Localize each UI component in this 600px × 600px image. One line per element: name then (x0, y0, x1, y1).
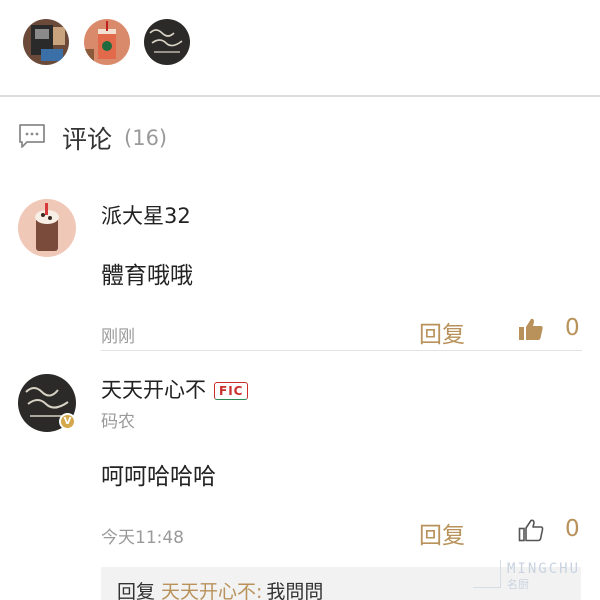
comment-username[interactable]: 派大星32 (101, 200, 191, 230)
reply-button[interactable]: 回复 (419, 315, 465, 349)
like-count: 0 (565, 516, 580, 542)
watermark-brand: MINGCHU (507, 561, 581, 577)
like-count: 0 (565, 315, 580, 341)
comment-username[interactable]: 天天开心不 FIC (101, 374, 249, 404)
avatar[interactable] (18, 199, 76, 257)
comments-title: 评论 (62, 125, 113, 154)
reply-text: 我問問 (266, 581, 324, 600)
comment-content: 呵呵哈哈哈 (101, 464, 216, 490)
avatar-chalkboard[interactable] (144, 19, 190, 65)
avatar-coffee-machine[interactable] (23, 19, 69, 65)
watermark-frame (473, 560, 501, 588)
section-divider (0, 95, 600, 97)
comment-divider (101, 350, 582, 351)
reply-target-user[interactable]: 天天开心不: (161, 581, 262, 600)
reply-button[interactable]: 回复 (419, 516, 465, 550)
comments-header: 评论 (16) (18, 118, 167, 158)
recent-avatars-row (0, 0, 600, 95)
avatar-iced-drink[interactable] (84, 19, 130, 65)
comment-content: 體育哦哦 (101, 263, 193, 289)
comment-time: 今天11:48 (101, 528, 184, 548)
verified-badge: V (59, 413, 76, 430)
level-badge: FIC (214, 382, 249, 400)
thumbs-up-outline-icon[interactable] (518, 517, 544, 543)
comments-count: (16) (124, 126, 168, 150)
user-subtitle: 码农 (101, 412, 135, 432)
thumbs-up-filled-icon[interactable] (518, 316, 544, 342)
watermark: MINGCHU 名厨 (473, 560, 600, 591)
watermark-brand-cn: 名厨 (507, 578, 529, 591)
comment-username-text: 天天开心不 (101, 378, 206, 402)
comment-time: 刚刚 (101, 327, 135, 347)
reply-prefix: 回复 (117, 581, 156, 600)
comment-bubble-icon (18, 123, 46, 153)
